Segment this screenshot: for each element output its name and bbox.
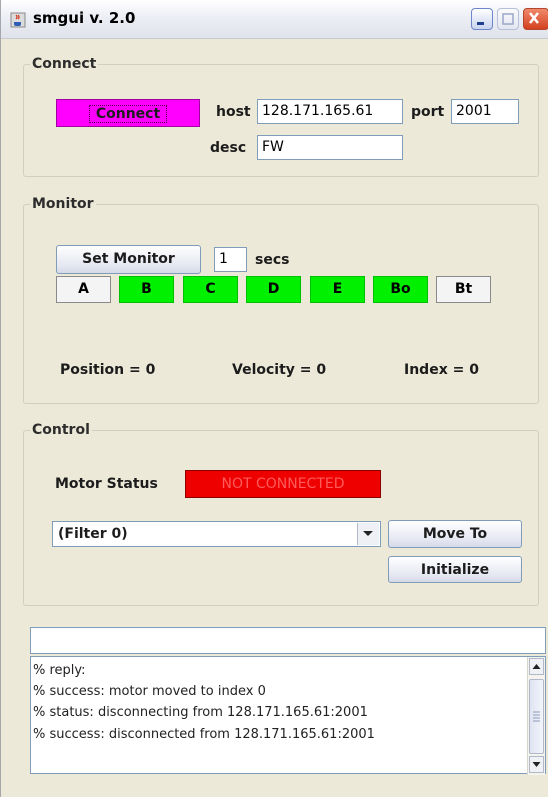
dropdown-toggle-button[interactable] [357,523,379,545]
motor-status-value: NOT CONNECTED [185,470,381,498]
minimize-button[interactable] [471,8,493,30]
indicator-b: B [119,276,174,303]
grip-icon [533,711,540,722]
desc-field[interactable]: FW [257,135,403,160]
scroll-thumb[interactable] [529,679,544,754]
motor-status-label: Motor Status [55,476,158,492]
minimize-icon [477,22,484,25]
log-line: % reply: [33,663,86,678]
close-icon [529,12,539,24]
scroll-down-icon [532,762,541,767]
scroll-up-button[interactable] [529,658,544,675]
scroll-down-button[interactable] [529,756,544,773]
log-line: % success: disconnected from 128.171.165… [33,727,375,742]
desc-label: desc [210,140,247,156]
maximize-button[interactable] [497,8,519,30]
host-field[interactable]: 128.171.165.61 [257,99,403,124]
port-field[interactable]: 2001 [451,99,519,124]
title-bar[interactable]: smgui v. 2.0 [1,0,548,39]
monitor-secs-field[interactable]: 1 [214,247,247,272]
set-monitor-button[interactable]: Set Monitor [56,245,201,274]
control-legend: Control [32,422,90,438]
filter-selected-value: (Filter 0) [58,526,128,542]
monitor-legend: Monitor [32,196,94,212]
log-line: % success: motor moved to index 0 [33,684,266,699]
java-cup-icon [10,12,26,28]
port-label: port [411,104,445,120]
log-output[interactable]: % reply: % success: motor moved to index… [30,656,546,775]
secs-label: secs [255,252,290,268]
indicator-a: A [56,276,111,303]
window-title: smgui v. 2.0 [33,9,136,27]
index-readout: Index = 0 [404,362,479,378]
move-to-button[interactable]: Move To [388,520,522,548]
connect-button-label: Connect [88,105,168,123]
filter-dropdown[interactable]: (Filter 0) [52,521,381,547]
connect-button[interactable]: Connect [56,99,200,127]
host-label: host [216,104,251,120]
position-readout: Position = 0 [60,362,156,378]
app-window: smgui v. 2.0 Connect Connect host 128.17… [0,0,548,797]
indicator-c: C [183,276,238,303]
initialize-button[interactable]: Initialize [388,556,522,583]
log-scrollbar[interactable] [527,657,545,775]
indicator-bt: Bt [436,276,491,303]
velocity-readout: Velocity = 0 [232,362,327,378]
scroll-up-icon [532,664,541,669]
chevron-down-icon [363,531,373,536]
indicator-e: E [310,276,365,303]
command-input[interactable] [30,627,546,654]
close-button[interactable] [523,8,548,30]
maximize-icon [502,13,514,25]
log-line: % status: disconnecting from 128.171.165… [33,705,368,720]
indicator-bo: Bo [373,276,428,303]
indicator-d: D [246,276,301,303]
connect-legend: Connect [32,56,97,72]
